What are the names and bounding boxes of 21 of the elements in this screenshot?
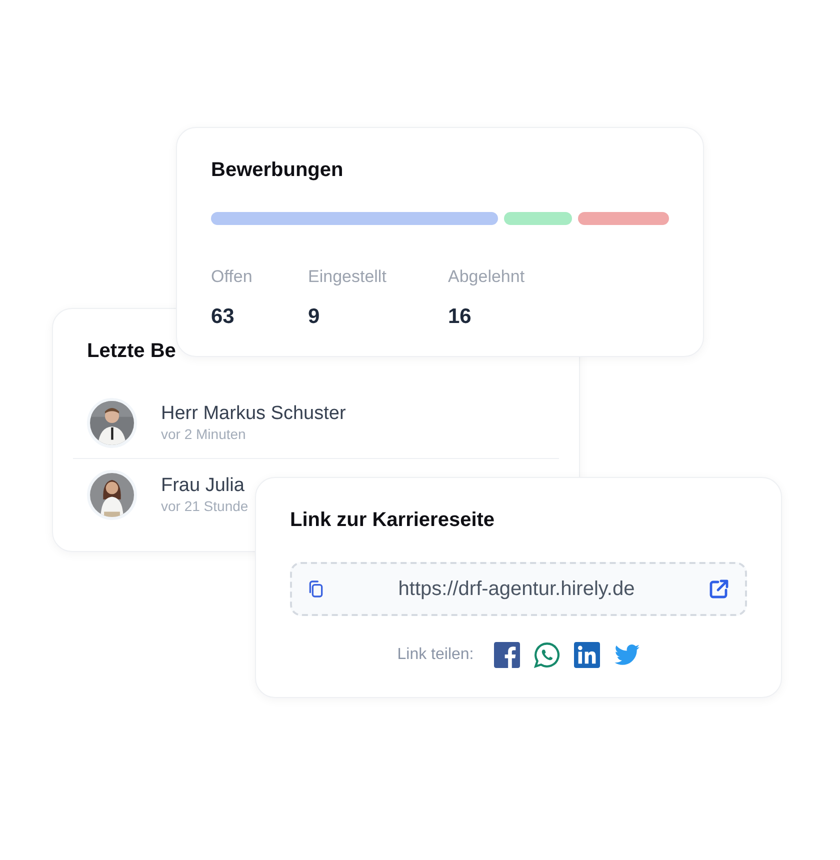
stat-label: Eingestellt: [308, 267, 386, 287]
applicant-name: Herr Markus Schuster: [161, 403, 346, 425]
time-ago: vor 2 Minuten: [161, 425, 247, 443]
link-url: https://drf-agentur.hirely.de: [397, 577, 636, 602]
applicant-name: Frau Julia: [161, 475, 246, 497]
stat-value: 9: [308, 305, 320, 329]
link-field[interactable]: https://drf-agentur.hirely.de: [290, 562, 747, 616]
card-title: Bewerbungen: [211, 158, 344, 182]
linkedin-icon[interactable]: [574, 642, 600, 668]
facebook-icon[interactable]: [494, 642, 520, 668]
stat-label: Offen: [211, 267, 252, 287]
card-title: Letzte Be: [87, 339, 176, 363]
stat-value: 16: [448, 305, 472, 329]
twitter-icon[interactable]: [614, 642, 640, 668]
time-ago: vor 21 Stunde: [161, 497, 248, 515]
stat-label: Abgelehnt: [448, 267, 525, 287]
share-label: Link teilen:: [397, 645, 474, 665]
external-link-icon[interactable]: [707, 577, 731, 601]
whatsapp-icon[interactable]: [534, 642, 560, 668]
stat-value: 63: [211, 305, 234, 329]
card-title: Link zur Karriereseite: [290, 508, 495, 532]
